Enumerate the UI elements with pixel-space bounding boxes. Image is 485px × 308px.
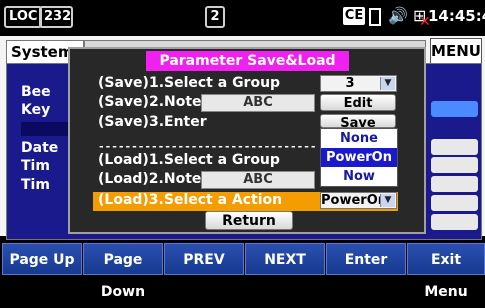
status-bar: LOC 232 2 CE 🔊 ⊞✕ 14:45:42 — [0, 0, 485, 36]
page-up-softkey[interactable]: Page Up — [2, 243, 82, 275]
load-note-label: (Load)2.Note — [98, 171, 202, 187]
load-action-dropdown-list: None PowerOn Now — [320, 128, 398, 187]
background-field — [431, 101, 478, 117]
edit-button[interactable]: Edit — [320, 94, 396, 111]
save-enter-label: (Save)3.Enter — [98, 114, 207, 130]
return-button[interactable]: Return — [205, 211, 293, 230]
save-group-value: 3 — [345, 76, 355, 91]
background-field — [431, 176, 478, 192]
load-select-group-label: (Load)1.Select a Group — [98, 152, 280, 168]
remote-local-indicator: LOC — [4, 6, 43, 28]
ce-indicator: CE — [343, 7, 365, 25]
save-button[interactable]: Save — [320, 114, 396, 128]
load-action-value: PowerOn — [321, 193, 388, 208]
load-action-label: (Load)3.Select a Action — [98, 192, 283, 208]
chevron-down-icon[interactable]: ▼ — [380, 77, 395, 90]
dropdown-option-now[interactable]: Now — [321, 167, 397, 186]
dialog-title: Parameter Save&Load — [146, 51, 349, 71]
background-field — [431, 157, 478, 173]
load-note-field[interactable]: ABC — [201, 171, 315, 189]
next-softkey[interactable]: NEXT — [245, 243, 325, 275]
load-action-select[interactable]: PowerOn ▼ — [320, 192, 397, 209]
menu-button[interactable]: MENU — [430, 38, 482, 64]
background-label: Key — [21, 102, 51, 118]
chevron-down-icon[interactable]: ▼ — [380, 194, 395, 207]
background-label: Date — [21, 140, 59, 156]
background-field — [431, 139, 478, 155]
gpib-address-indicator: 232 — [39, 6, 73, 28]
dropdown-option-none[interactable]: None — [321, 129, 397, 148]
enter-softkey[interactable]: Enter — [326, 243, 406, 275]
clock: 14:45:42 — [428, 7, 485, 25]
softkey-bar: Page Up Page Down PREV NEXT Enter Exit M… — [0, 243, 485, 300]
parameter-save-load-dialog: Parameter Save&Load (Save)1.Select a Gro… — [68, 47, 426, 234]
speaker-icon: 🔊 — [388, 6, 408, 25]
background-label: Tim — [21, 158, 50, 174]
exit-menu-softkey[interactable]: Exit Menu — [407, 243, 485, 300]
save-note-label: (Save)2.Note — [98, 94, 202, 110]
save-select-group-label: (Save)1.Select a Group — [98, 75, 281, 91]
background-field — [431, 195, 478, 211]
page-down-softkey[interactable]: Page Down — [83, 243, 163, 300]
dropdown-option-poweron[interactable]: PowerOn — [321, 148, 397, 167]
background-label: Bee — [21, 84, 51, 100]
background-label: Tim — [21, 177, 50, 193]
network-disconnected-icon: ⊞ ✕ — [413, 6, 431, 30]
memory-icon — [369, 8, 381, 26]
page-indicator: 2 — [205, 6, 225, 28]
prev-softkey[interactable]: PREV — [164, 243, 244, 275]
save-group-select[interactable]: 3 ▼ — [320, 75, 397, 92]
save-note-field[interactable]: ABC — [201, 94, 315, 112]
background-field — [431, 214, 478, 230]
